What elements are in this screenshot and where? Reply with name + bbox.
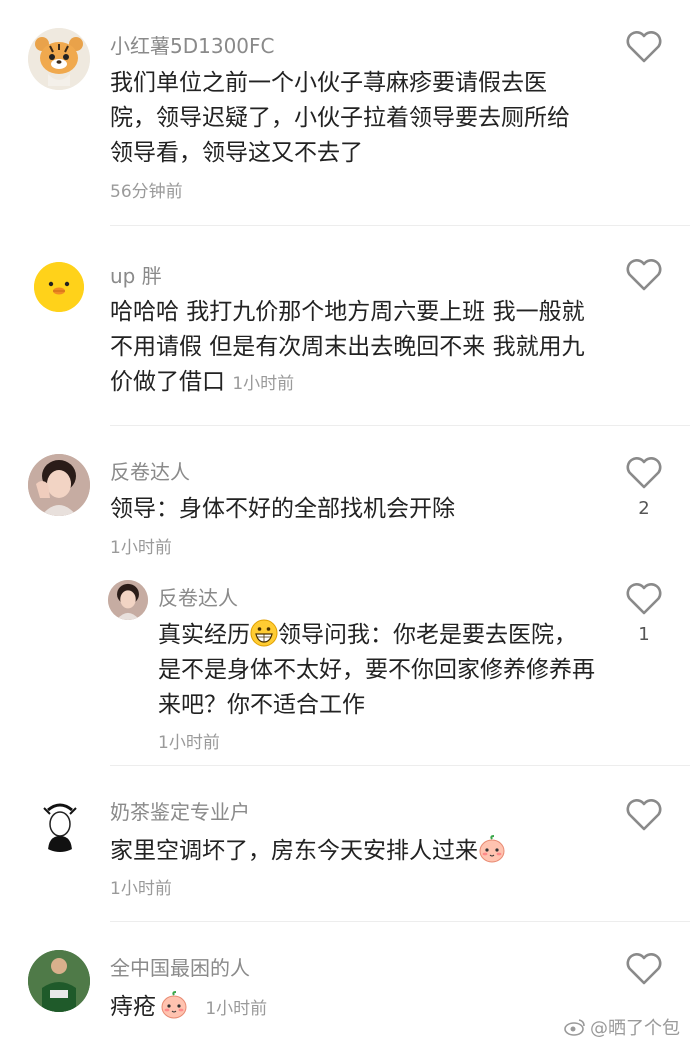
- like-count: 1: [638, 624, 650, 645]
- person-avatar-icon: [108, 580, 148, 620]
- heart-outline-icon: [626, 583, 662, 615]
- comment-text: 我们单位之前一个小伙子荨麻疹要请假去医院，领导迟疑了，小伙子拉着领导要去厕所给领…: [110, 70, 570, 166]
- comment-time: 1小时前: [158, 733, 220, 753]
- comment-text-body: 哈哈哈 我打九价那个地方周六要上班 我一般就不用请假 但是有次周末出去晚回不来 …: [110, 299, 585, 395]
- comment-item: 小红薯5D1300FC 我们单位之前一个小伙子荨麻疹要请假去医院，领导迟疑了，小…: [0, 0, 690, 226]
- comment-text: 领导：身体不好的全部找机会开除: [110, 496, 455, 522]
- heart-outline-icon: [626, 457, 662, 489]
- username[interactable]: 小红薯5D1300FC: [110, 30, 275, 59]
- weibo-logo-icon: [564, 1019, 585, 1036]
- comment-text: 痔疮 1小时前: [110, 990, 590, 1027]
- heart-outline-icon: [626, 953, 662, 985]
- comment-time: 1小时前: [110, 879, 172, 899]
- avatar[interactable]: [28, 950, 90, 1012]
- person-avatar-icon: [28, 454, 90, 516]
- avatar[interactable]: [28, 454, 90, 516]
- username[interactable]: 全中国最困的人: [110, 952, 250, 981]
- username[interactable]: 反卷达人: [110, 456, 190, 485]
- tiger-avatar-icon: [28, 28, 90, 90]
- grinning-face-emoji-icon: [250, 619, 278, 647]
- chick-avatar-icon: [34, 262, 84, 312]
- like-button[interactable]: [624, 796, 664, 832]
- comment-text-prefix: 真实经历: [158, 622, 250, 648]
- comment-text-body: 家里空调坏了，房东今天安排人过来: [110, 838, 478, 864]
- comment-time: 56分钟前: [110, 182, 183, 202]
- sketch-avatar-icon: [43, 803, 77, 852]
- peach-face-emoji-icon: [160, 991, 188, 1019]
- username[interactable]: up 胖: [110, 260, 162, 289]
- heart-outline-icon: [626, 259, 662, 291]
- comment-time: 1小时前: [232, 374, 295, 394]
- comment-text: 哈哈哈 我打九价那个地方周六要上班 我一般就不用请假 但是有次周末出去晚回不来 …: [110, 295, 590, 402]
- like-button[interactable]: [624, 580, 664, 616]
- heart-outline-icon: [626, 799, 662, 831]
- like-button[interactable]: [624, 950, 664, 986]
- peach-face-emoji-icon: [478, 835, 506, 863]
- like-button[interactable]: [624, 454, 664, 490]
- watermark: @晒了个包: [564, 1014, 680, 1040]
- comment-item: 奶茶鉴定专业户 家里空调坏了，房东今天安排人过来 1小时前: [0, 766, 690, 922]
- player-avatar-icon: [28, 950, 90, 1012]
- like-count: 2: [638, 498, 650, 519]
- comment-text: 家里空调坏了，房东今天安排人过来: [110, 834, 590, 869]
- username[interactable]: 反卷达人: [158, 582, 238, 611]
- avatar[interactable]: [34, 262, 84, 312]
- username[interactable]: 奶茶鉴定专业户: [110, 796, 250, 825]
- comment-item: 反卷达人 领导：身体不好的全部找机会开除 1小时前 2: [0, 426, 690, 576]
- reply-item: 反卷达人 真实经历 领导问我：你老是要去医院，是不是身体不太好，要不你回家修养修养…: [0, 576, 690, 766]
- heart-outline-icon: [626, 31, 662, 63]
- like-button[interactable]: [624, 28, 664, 64]
- comment-item: up 胖 哈哈哈 我打九价那个地方周六要上班 我一般就不用请假 但是有次周末出去…: [0, 226, 690, 426]
- comment-text-body: 痔疮: [110, 994, 156, 1020]
- like-button[interactable]: [624, 256, 664, 292]
- comment-time: 1小时前: [205, 999, 268, 1019]
- watermark-text: @晒了个包: [590, 1018, 680, 1039]
- comment-text: 真实经历 领导问我：你老是要去医院，是不是身体不太好，要不你回家修养修养再来吧？你…: [158, 618, 598, 723]
- avatar[interactable]: [34, 800, 86, 852]
- avatar[interactable]: [28, 28, 90, 90]
- comment-time: 1小时前: [110, 538, 172, 558]
- avatar[interactable]: [108, 580, 148, 620]
